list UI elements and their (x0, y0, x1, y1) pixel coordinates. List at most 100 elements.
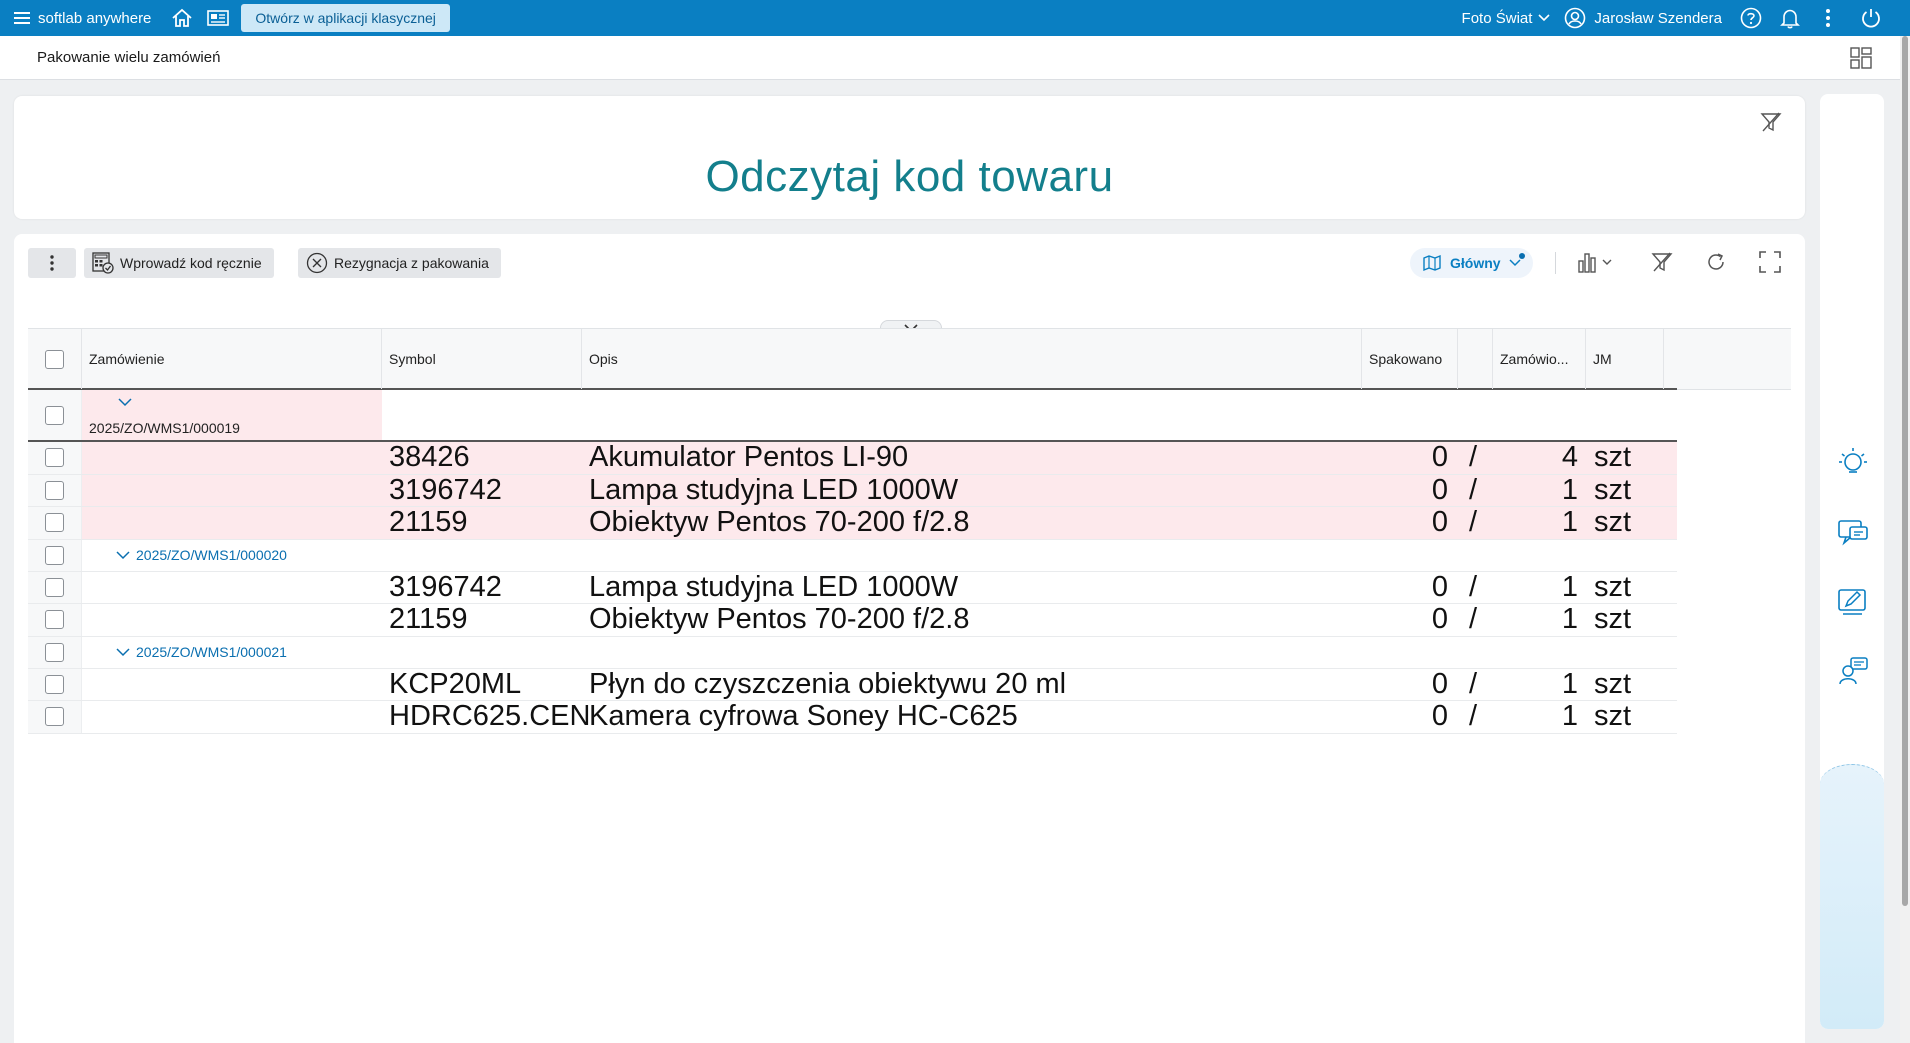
row-select-cell (28, 474, 82, 506)
packed-cell: 0 (1431, 570, 1448, 603)
table-row[interactable]: 3196742 Lampa studyjna LED 1000W 0 / 1 s… (28, 570, 1677, 604)
view-label: Główny (1450, 255, 1501, 271)
table-row[interactable]: KCP20ML Płyn do czyszczenia obiektywu 20… (28, 667, 1677, 701)
more-vertical-icon[interactable] (1826, 9, 1830, 27)
refresh-icon[interactable] (1704, 250, 1728, 279)
table-row[interactable]: 38426 Akumulator Pentos LI-90 0 / 4 szt (28, 441, 1677, 475)
column-header-ordered[interactable]: Zamówio... (1493, 329, 1586, 389)
description-cell: Kamera cyfrowa Soney HC-C625 (589, 700, 1018, 733)
description-cell: Obiektyw Pentos 70-200 f/2.8 (589, 506, 970, 539)
assistant-side-panel (1820, 94, 1884, 1029)
symbol-cell: 38426 (389, 441, 470, 474)
chevron-down-icon[interactable] (118, 398, 132, 407)
row-checkbox[interactable] (45, 480, 64, 500)
chart-icon[interactable] (1576, 250, 1616, 279)
layout-grid-icon[interactable] (1850, 47, 1872, 74)
scrollbar-thumb[interactable] (1902, 36, 1908, 906)
row-select-cell (28, 571, 82, 603)
row-select-cell (28, 442, 82, 474)
edit-note-icon[interactable] (1838, 588, 1868, 621)
cancel-packing-button[interactable]: Rezygnacja z pakowania (298, 248, 501, 278)
row-checkbox[interactable] (45, 707, 64, 727)
row-select-cell (28, 668, 82, 700)
company-selector[interactable]: Foto Świat (1462, 10, 1533, 27)
view-indicator-dot (1518, 253, 1525, 259)
table-row[interactable]: HDRC625.CEN Kamera cyfrowa Soney HC-C625… (28, 700, 1677, 734)
row-checkbox[interactable] (45, 448, 64, 468)
row-checkbox[interactable] (45, 610, 64, 630)
row-checkbox[interactable] (45, 513, 64, 533)
chat-icon[interactable] (1838, 518, 1868, 551)
enter-code-manually-label: Wprowadź kod ręcznie (120, 255, 262, 271)
select-all-header (28, 329, 82, 389)
order-group-toggle[interactable]: 2025/ZO/WMS1/000021 (116, 637, 287, 668)
table-row[interactable]: 21159 Obiektyw Pentos 70-200 f/2.8 0 / 1… (28, 506, 1677, 540)
column-header-separator (1458, 329, 1493, 389)
row-select-cell (28, 636, 82, 668)
unit-cell: szt (1594, 667, 1632, 700)
row-checkbox[interactable] (45, 545, 64, 565)
user-icon[interactable] (1564, 7, 1586, 29)
grid-header: Zamówienie Symbol Opis Spakowano Zamówio… (28, 328, 1791, 390)
table-row[interactable]: 3196742 Lampa studyjna LED 1000W 0 / 1 s… (28, 473, 1677, 507)
packed-cell: 0 (1431, 603, 1448, 636)
hamburger-menu-icon[interactable] (14, 11, 30, 25)
packed-cell: 0 (1431, 700, 1448, 733)
help-icon[interactable] (1740, 7, 1762, 29)
toolbar-divider (1555, 252, 1556, 274)
description-cell: Obiektyw Pentos 70-200 f/2.8 (589, 603, 970, 636)
row-checkbox[interactable] (45, 405, 64, 425)
unit-cell: szt (1594, 570, 1632, 603)
description-cell: Płyn do czyszczenia obiektywu 20 ml (589, 667, 1067, 700)
chevron-down-icon[interactable] (1538, 14, 1550, 22)
column-header-packed[interactable]: Spakowano (1362, 329, 1458, 389)
bell-icon[interactable] (1780, 7, 1800, 29)
cancel-packing-label: Rezygnacja z pakowania (334, 255, 489, 271)
open-classic-app-button[interactable]: Otwórz w aplikacji klasycznej (241, 4, 450, 32)
enter-code-manually-button[interactable]: Wprowadź kod ręcznie (84, 248, 274, 278)
column-header-symbol[interactable]: Symbol (382, 329, 582, 389)
order-group-row[interactable]: 2025/ZO/WMS1/000019 (28, 390, 1677, 442)
table-row[interactable]: 21159 Obiektyw Pentos 70-200 f/2.8 0 / 1… (28, 603, 1677, 637)
scan-prompt: Odczytaj kod towaru (705, 152, 1114, 201)
separator-cell: / (1469, 700, 1478, 733)
filter-clear-icon[interactable] (1759, 110, 1783, 139)
power-icon[interactable] (1860, 7, 1882, 29)
news-icon[interactable] (207, 9, 230, 27)
separator-cell: / (1469, 506, 1478, 539)
user-name[interactable]: Jarosław Szendera (1594, 10, 1722, 27)
column-header-unit[interactable]: JM (1586, 329, 1664, 389)
ordered-cell: 1 (1561, 667, 1578, 700)
scan-prompt-card: Odczytaj kod towaru (14, 96, 1805, 219)
row-checkbox[interactable] (45, 674, 64, 694)
lightbulb-icon[interactable] (1838, 446, 1868, 481)
row-checkbox[interactable] (45, 577, 64, 597)
ordered-cell: 1 (1561, 506, 1578, 539)
home-icon[interactable] (171, 8, 193, 28)
description-cell: Lampa studyjna LED 1000W (589, 473, 959, 506)
select-all-checkbox[interactable] (45, 349, 64, 369)
order-number: 2025/ZO/WMS1/000019 (89, 420, 240, 436)
column-header-order[interactable]: Zamówienie (82, 329, 382, 389)
fullscreen-icon[interactable] (1758, 250, 1782, 279)
row-checkbox[interactable] (45, 642, 64, 662)
filter-clear-icon[interactable] (1650, 250, 1674, 279)
packed-cell: 0 (1431, 667, 1448, 700)
separator-cell: / (1469, 603, 1478, 636)
keypad-icon (92, 252, 114, 274)
column-header-description[interactable]: Opis (582, 329, 1362, 389)
more-actions-button[interactable] (28, 248, 76, 278)
page-scrollbar[interactable] (1900, 36, 1910, 1043)
order-group-toggle[interactable]: 2025/ZO/WMS1/000020 (116, 540, 287, 571)
map-view-icon (1423, 254, 1441, 272)
view-selector[interactable]: Główny (1410, 248, 1533, 278)
symbol-cell: 21159 (389, 603, 468, 636)
support-chat-icon[interactable] (1838, 656, 1868, 691)
ordered-cell: 1 (1561, 473, 1578, 506)
row-select-cell (28, 604, 82, 636)
order-group-row[interactable]: 2025/ZO/WMS1/000021 (28, 636, 1677, 669)
order-group-row[interactable]: 2025/ZO/WMS1/000020 (28, 539, 1677, 572)
row-select-cell (28, 701, 82, 733)
description-cell: Akumulator Pentos LI-90 (589, 441, 909, 474)
unit-cell: szt (1594, 506, 1632, 539)
